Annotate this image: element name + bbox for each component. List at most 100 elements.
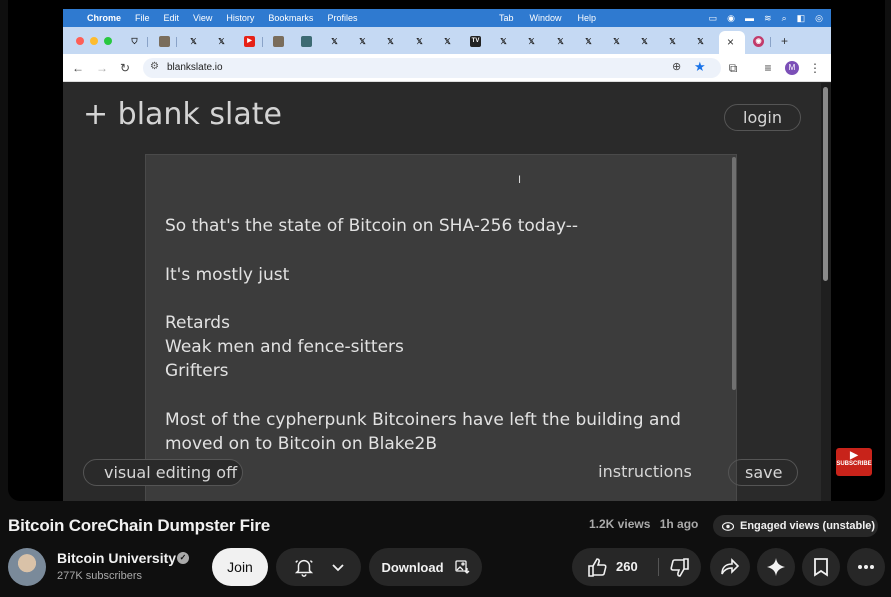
zoom-icon[interactable]: ⊕ <box>672 60 681 73</box>
macos-menubar: Chrome File Edit View History Bookmarks … <box>63 9 831 27</box>
bookmark-star-icon[interactable]: ★ <box>694 59 706 75</box>
menu-history: History <box>226 13 255 23</box>
chrome-menu-icon[interactable]: ⋮ <box>807 60 823 76</box>
address-bar[interactable]: ⚙ blankslate.io ⊕ ★ <box>143 58 721 78</box>
tab-favicon-x: 𝕏 <box>387 37 394 46</box>
instructions-link[interactable]: instructions <box>591 459 699 486</box>
editor-line: Retards <box>165 313 230 333</box>
tab-favicon-x: 𝕏 <box>641 37 648 46</box>
subscribe-watermark-label: SUBSCRIBE <box>836 461 872 467</box>
eye-icon <box>722 521 734 531</box>
bell-icon <box>293 556 315 578</box>
tab-favicon-shield: ⛉ <box>131 37 138 46</box>
spotlight-search-icon: ⌕ <box>781 12 787 23</box>
ask-ai-button[interactable] <box>757 548 795 586</box>
screen-mirror-icon: ▭ <box>708 12 718 23</box>
reload-icon[interactable]: ↻ <box>117 60 133 76</box>
menu-view: View <box>193 13 213 23</box>
thumbs-up-icon[interactable] <box>587 557 609 577</box>
tab-favicon-x: 𝕏 <box>416 37 423 46</box>
join-button[interactable]: Join <box>212 548 268 586</box>
video-stats: 1.2K views 1h ago <box>589 517 698 531</box>
save-to-playlist-button[interactable] <box>802 548 840 586</box>
tab-favicon-x: 𝕏 <box>190 37 197 46</box>
editor-line: Grifters <box>165 361 229 381</box>
editor-line: Most of the cypherpunk Bitcoiners have l… <box>165 410 681 430</box>
channel-avatar[interactable] <box>8 548 46 586</box>
menu-file: File <box>135 13 150 23</box>
site-info-icon[interactable]: ⚙ <box>150 61 159 72</box>
channel-name[interactable]: Bitcoin University <box>57 550 176 566</box>
video-title: Bitcoin CoreChain Dumpster Fire <box>8 516 271 535</box>
editor-line: moved on to Bitcoin on Blake2B <box>165 434 437 454</box>
like-dislike-group: 260 <box>572 548 701 586</box>
menu-help: Help <box>577 13 597 23</box>
engaged-views-chip[interactable]: Engaged views (unstable) <box>713 515 878 537</box>
verified-check-icon: ✓ <box>177 552 189 564</box>
tab-favicon-x: 𝕏 <box>500 37 507 46</box>
battery-icon: ▬ <box>745 12 755 23</box>
tab-favicon-x: 𝕏 <box>585 37 592 46</box>
share-arrow-icon <box>720 558 740 576</box>
play-icon: ▶ <box>850 450 858 461</box>
text-editor[interactable]: So that's the state of Bitcoin on SHA-25… <box>145 154 737 501</box>
tab-favicon-x: 𝕏 <box>697 37 704 46</box>
view-count: 1.2K views <box>589 517 651 531</box>
tab-favicon-x: 𝕏 <box>218 37 225 46</box>
site-logo[interactable]: + blank slate <box>83 97 282 132</box>
zoom-window-icon <box>104 37 112 45</box>
tab-favicon-x: 𝕏 <box>359 37 366 46</box>
download-image-icon <box>454 559 470 575</box>
login-button[interactable]: login <box>724 104 801 131</box>
tab-favicon-youtube: ▶ <box>244 36 255 47</box>
menubar-app-name: Chrome <box>87 13 122 23</box>
editor-line: It's mostly just <box>165 265 290 285</box>
tab-favicon-book <box>159 36 170 47</box>
extensions-icon[interactable]: ⧉ <box>725 60 741 76</box>
page-scrollbar-thumb[interactable] <box>823 87 828 281</box>
editor-line: So that's the state of Bitcoin on SHA-25… <box>165 216 579 236</box>
address-bar-url[interactable]: blankslate.io <box>167 62 223 73</box>
notifications-button[interactable] <box>276 548 361 586</box>
close-tab-icon[interactable]: × <box>727 35 734 49</box>
save-button[interactable]: save <box>728 459 798 486</box>
browser-toolbar: ← → ↻ ⚙ blankslate.io ⊕ ★ ⧉ ≡ M ⋮ <box>63 54 831 82</box>
more-horizontal-icon <box>857 564 875 570</box>
new-tab-button[interactable]: + <box>779 35 790 47</box>
like-count[interactable]: 260 <box>616 559 638 574</box>
editor-scrollbar[interactable] <box>732 157 736 390</box>
active-tab[interactable]: × <box>719 31 745 54</box>
thumbs-down-icon[interactable] <box>668 558 690 578</box>
wifi-icon: ≋ <box>764 12 772 23</box>
browser-tab-strip: ⛉ 𝕏 𝕏 ▶ 𝕏 𝕏 𝕏 𝕏 𝕏 TV 𝕏 𝕏 𝕏 𝕏 𝕏 𝕏 𝕏 𝕏 × ◉… <box>63 27 831 54</box>
profile-avatar[interactable]: M <box>785 61 799 75</box>
download-button[interactable]: Download <box>369 548 482 586</box>
menu-tab: Tab <box>499 13 514 23</box>
sparkle-icon <box>766 557 786 577</box>
more-actions-button[interactable] <box>847 548 885 586</box>
media-controls-icon[interactable]: ≡ <box>760 60 776 76</box>
tab-favicon-x: 𝕏 <box>557 37 564 46</box>
bookmark-icon <box>813 557 829 577</box>
download-label: Download <box>381 559 444 575</box>
subscriber-count: 277K subscribers <box>57 570 142 582</box>
siri-icon: ◎ <box>815 12 823 23</box>
control-center-icon: ◧ <box>796 12 806 23</box>
close-window-icon <box>76 37 84 45</box>
video-frame-screen-recording: Chrome File Edit View History Bookmarks … <box>63 9 831 501</box>
visual-editing-toggle[interactable]: visual editing off <box>83 459 243 486</box>
tab-favicon-book <box>273 36 284 47</box>
tab-favicon-profile: ◉ <box>753 36 764 47</box>
tab-favicon-x: 𝕏 <box>528 37 535 46</box>
back-arrow-icon[interactable]: ← <box>70 60 86 76</box>
menu-window: Window <box>529 13 562 23</box>
tab-favicon-image <box>301 36 312 47</box>
forward-arrow-icon[interactable]: → <box>94 60 110 76</box>
tab-favicon-x: 𝕏 <box>613 37 620 46</box>
video-player[interactable]: Chrome File Edit View History Bookmarks … <box>8 0 885 501</box>
share-button[interactable] <box>710 548 750 586</box>
blankslate-page: + blank slate login So that's the state … <box>63 83 831 501</box>
tab-favicon-x: 𝕏 <box>331 37 338 46</box>
subscribe-watermark[interactable]: ▶ SUBSCRIBE <box>836 448 872 476</box>
engaged-views-label: Engaged views (unstable) <box>740 520 876 532</box>
